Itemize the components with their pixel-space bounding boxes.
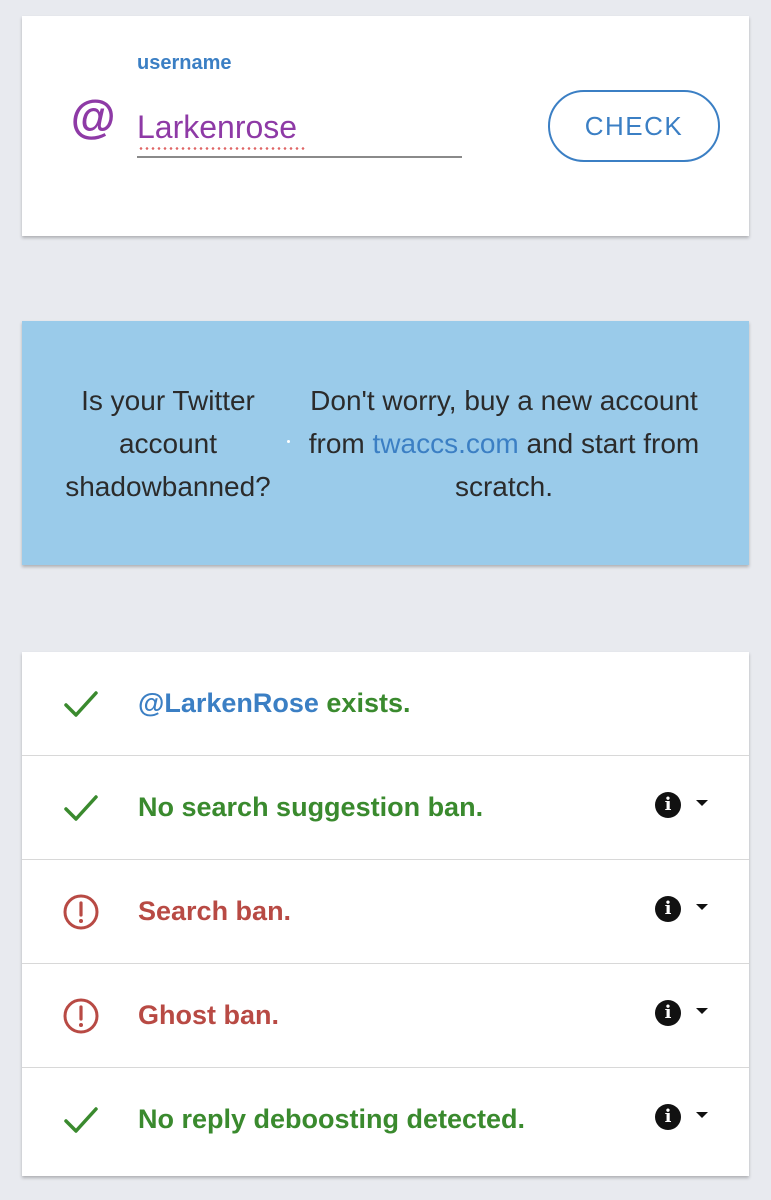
result-text: No reply deboosting detected.: [138, 1104, 526, 1134]
caret-down-icon[interactable]: [696, 800, 708, 806]
check-button[interactable]: CHECK: [548, 90, 720, 162]
result-row-reply-deboosting: No reply deboosting detected. i: [22, 1068, 749, 1172]
caret-down-icon[interactable]: [696, 1008, 708, 1014]
result-text: No search suggestion ban.: [138, 792, 484, 822]
info-icon[interactable]: i: [655, 896, 681, 922]
check-icon: [64, 691, 98, 717]
caret-down-icon[interactable]: [696, 1112, 708, 1118]
ad-divider-dot: [287, 440, 290, 443]
result-row-search-suggestion: No search suggestion ban. i: [22, 756, 749, 860]
alert-circle-icon: [63, 998, 99, 1034]
alert-circle-icon: [63, 894, 99, 930]
info-icon[interactable]: i: [655, 792, 681, 818]
result-text: @LarkenRose exists.: [138, 652, 410, 754]
result-text: Ghost ban.: [138, 1000, 279, 1030]
info-icon[interactable]: i: [655, 1000, 681, 1026]
result-text: Search ban.: [138, 896, 292, 926]
ad-right-text: Don't worry, buy a new account from twac…: [294, 379, 714, 508]
username-check-card: username @ CHECK: [22, 16, 749, 236]
twaccs-link[interactable]: twaccs.com: [373, 428, 519, 459]
spellcheck-underline: [138, 147, 306, 150]
username-label: username: [137, 52, 232, 74]
result-row-ghost-ban: Ghost ban. i: [22, 964, 749, 1068]
ad-banner[interactable]: Is your Twitter account shadowbanned? Do…: [22, 321, 749, 565]
caret-down-icon[interactable]: [696, 904, 708, 910]
result-exists-text: exists.: [318, 688, 411, 718]
at-sign-icon: @: [70, 91, 115, 143]
result-row-exists: @LarkenRose exists.: [22, 652, 749, 756]
check-icon: [64, 1107, 98, 1133]
ad-left-text: Is your Twitter account shadowbanned?: [65, 385, 271, 502]
info-icon[interactable]: i: [655, 1104, 681, 1130]
result-row-search-ban: Search ban. i: [22, 860, 749, 964]
results-card: @LarkenRose exists. No search suggestion…: [22, 652, 749, 1176]
account-handle[interactable]: @LarkenRose: [138, 688, 319, 718]
check-icon: [64, 795, 98, 821]
